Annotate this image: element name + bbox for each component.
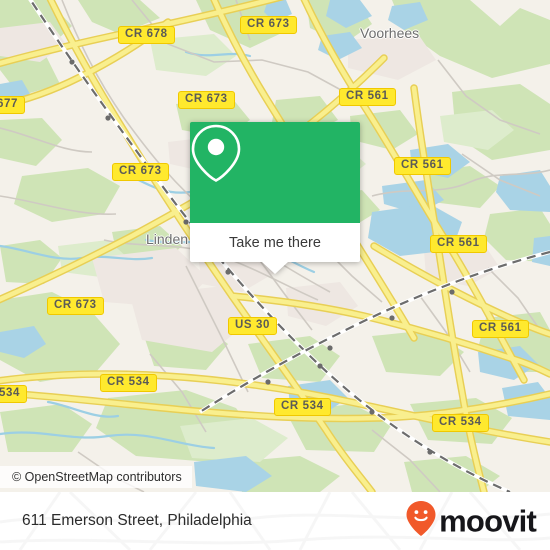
moovit-wordmark: moovit bbox=[439, 503, 537, 539]
road-shield: CR 673 bbox=[112, 163, 169, 181]
take-me-there-label: Take me there bbox=[229, 234, 321, 251]
take-me-there-button[interactable]: Take me there bbox=[190, 223, 360, 262]
location-popup-card[interactable]: Take me there bbox=[190, 122, 360, 274]
address-label: 611 Emerson Street, Philadelphia bbox=[22, 512, 252, 529]
popup-pointer-tail bbox=[262, 262, 288, 274]
place-label-linden: Linden bbox=[146, 231, 189, 247]
moovit-smiley-pin-icon bbox=[406, 501, 436, 542]
road-shield: CR 534 bbox=[432, 414, 489, 432]
popup-header bbox=[190, 122, 360, 223]
road-shield: CR 534 bbox=[274, 398, 331, 416]
road-shield: CR 673 bbox=[240, 16, 297, 34]
road-shield: US 30 bbox=[228, 317, 277, 335]
footer-bar: 611 Emerson Street, Philadelphia moovit bbox=[0, 492, 550, 550]
road-shield: CR 673 bbox=[47, 297, 104, 315]
map-screenshot: CR 678 CR 673 CR 673 CR 561 CR 673 CR 56… bbox=[0, 0, 550, 550]
road-shield: 534 bbox=[0, 385, 27, 403]
road-shield: CR 561 bbox=[339, 88, 396, 106]
moovit-logo[interactable]: moovit bbox=[406, 501, 537, 542]
road-shield: CR 678 bbox=[118, 26, 175, 44]
road-shield: CR 673 bbox=[178, 91, 235, 109]
road-shield: CR 561 bbox=[472, 320, 529, 338]
road-shield: CR 561 bbox=[394, 157, 451, 175]
road-shield: 677 bbox=[0, 96, 25, 114]
road-shield: CR 561 bbox=[430, 235, 487, 253]
map-canvas[interactable]: CR 678 CR 673 CR 673 CR 561 CR 673 CR 56… bbox=[0, 0, 550, 492]
osm-attribution[interactable]: © OpenStreetMap contributors bbox=[0, 466, 192, 488]
road-shield: CR 534 bbox=[100, 374, 157, 392]
place-label-voorhees: Voorhees bbox=[360, 25, 420, 41]
